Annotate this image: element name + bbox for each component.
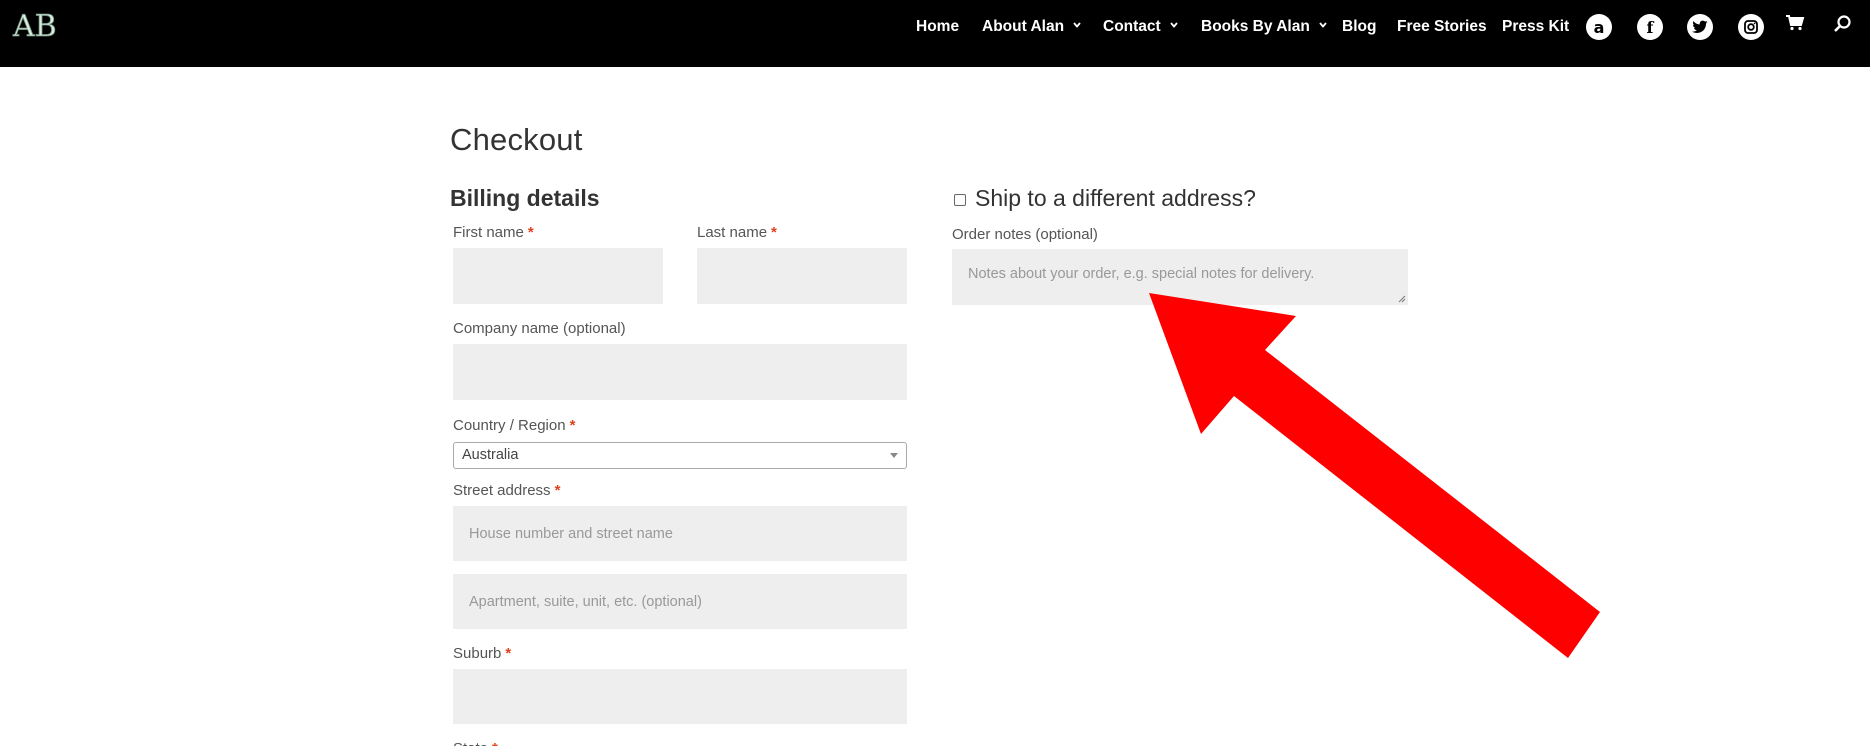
red-arrow-annotation xyxy=(1149,293,1600,658)
chevron-down-icon xyxy=(1319,22,1327,28)
cart-icon[interactable] xyxy=(1785,14,1807,36)
state-label-text: State xyxy=(453,740,488,746)
nav-about-alan-label: About Alan xyxy=(982,18,1065,35)
logo-text: AB xyxy=(12,9,57,44)
required-mark: * xyxy=(771,224,777,241)
site-logo[interactable]: AB xyxy=(12,4,58,44)
chevron-down-icon xyxy=(1073,22,1081,28)
street-address-label: Street address * xyxy=(453,482,560,499)
required-mark: * xyxy=(554,482,561,499)
required-mark: * xyxy=(569,417,576,434)
last-name-label: Last name * xyxy=(697,224,777,241)
required-mark: * xyxy=(505,645,512,662)
instagram-icon[interactable] xyxy=(1738,14,1764,40)
company-name-field[interactable] xyxy=(453,344,907,400)
company-name-label: Company name (optional) xyxy=(453,320,626,337)
country-label-text: Country / Region xyxy=(453,417,566,434)
first-name-label-text: First name xyxy=(453,224,524,241)
nav-free-stories[interactable]: Free Stories xyxy=(1397,18,1487,36)
state-label: State * xyxy=(453,740,498,746)
order-notes-label: Order notes (optional) xyxy=(952,226,1098,243)
nav-press-kit[interactable]: Press Kit xyxy=(1502,18,1569,36)
ship-different-checkbox[interactable] xyxy=(954,193,966,206)
required-mark: * xyxy=(492,740,498,746)
nav-contact-label: Contact xyxy=(1103,18,1161,35)
nav-books-by-alan[interactable]: Books By Alan xyxy=(1201,18,1327,36)
arrow-shape xyxy=(1149,293,1600,658)
nav-press-kit-label: Press Kit xyxy=(1502,18,1570,35)
billing-details-title: Billing details xyxy=(450,185,600,211)
nav-home-label: Home xyxy=(916,18,960,35)
select-arrow-icon xyxy=(890,453,898,458)
search-icon[interactable] xyxy=(1833,14,1855,36)
street-address-line1-placeholder: House number and street name xyxy=(469,525,673,542)
country-label: Country / Region * xyxy=(453,417,575,434)
required-mark: * xyxy=(527,224,534,241)
facebook-icon[interactable]: f xyxy=(1637,14,1663,40)
suburb-field[interactable] xyxy=(453,669,907,724)
last-name-field[interactable] xyxy=(697,248,907,304)
page-title: Checkout xyxy=(450,122,583,157)
last-name-label-text: Last name xyxy=(697,224,768,241)
amazon-icon[interactable]: a xyxy=(1586,14,1612,40)
suburb-label-text: Suburb xyxy=(453,645,502,662)
ship-different-address[interactable]: Ship to a different address? xyxy=(954,185,1256,212)
suburb-label: Suburb * xyxy=(453,645,511,662)
first-name-field[interactable] xyxy=(453,248,663,304)
street-address-line1-field[interactable]: House number and street name xyxy=(453,506,907,561)
site-header: AB Home About Alan Contact Books By Alan… xyxy=(0,0,1870,67)
street-address-label-text: Street address xyxy=(453,482,551,499)
resize-handle-icon[interactable] xyxy=(1398,295,1406,303)
ship-different-label[interactable]: Ship to a different address? xyxy=(975,185,1256,212)
street-address-line2-placeholder: Apartment, suite, unit, etc. (optional) xyxy=(469,593,702,610)
nav-blog[interactable]: Blog xyxy=(1342,18,1376,36)
nav-contact[interactable]: Contact xyxy=(1103,18,1178,36)
nav-books-label: Books By Alan xyxy=(1201,18,1310,35)
order-notes-placeholder: Notes about your order, e.g. special not… xyxy=(968,266,1315,282)
nav-blog-label: Blog xyxy=(1342,18,1377,35)
nav-about-alan[interactable]: About Alan xyxy=(982,18,1081,36)
nav-free-stories-label: Free Stories xyxy=(1397,18,1487,35)
country-select[interactable]: Australia xyxy=(453,442,907,469)
street-address-line2-field[interactable]: Apartment, suite, unit, etc. (optional) xyxy=(453,574,907,629)
nav-home[interactable]: Home xyxy=(916,18,959,36)
order-notes-textarea[interactable]: Notes about your order, e.g. special not… xyxy=(952,249,1408,305)
first-name-label: First name * xyxy=(453,224,534,241)
country-select-value: Australia xyxy=(462,447,519,463)
twitter-icon[interactable] xyxy=(1687,14,1713,40)
chevron-down-icon xyxy=(1170,22,1178,28)
